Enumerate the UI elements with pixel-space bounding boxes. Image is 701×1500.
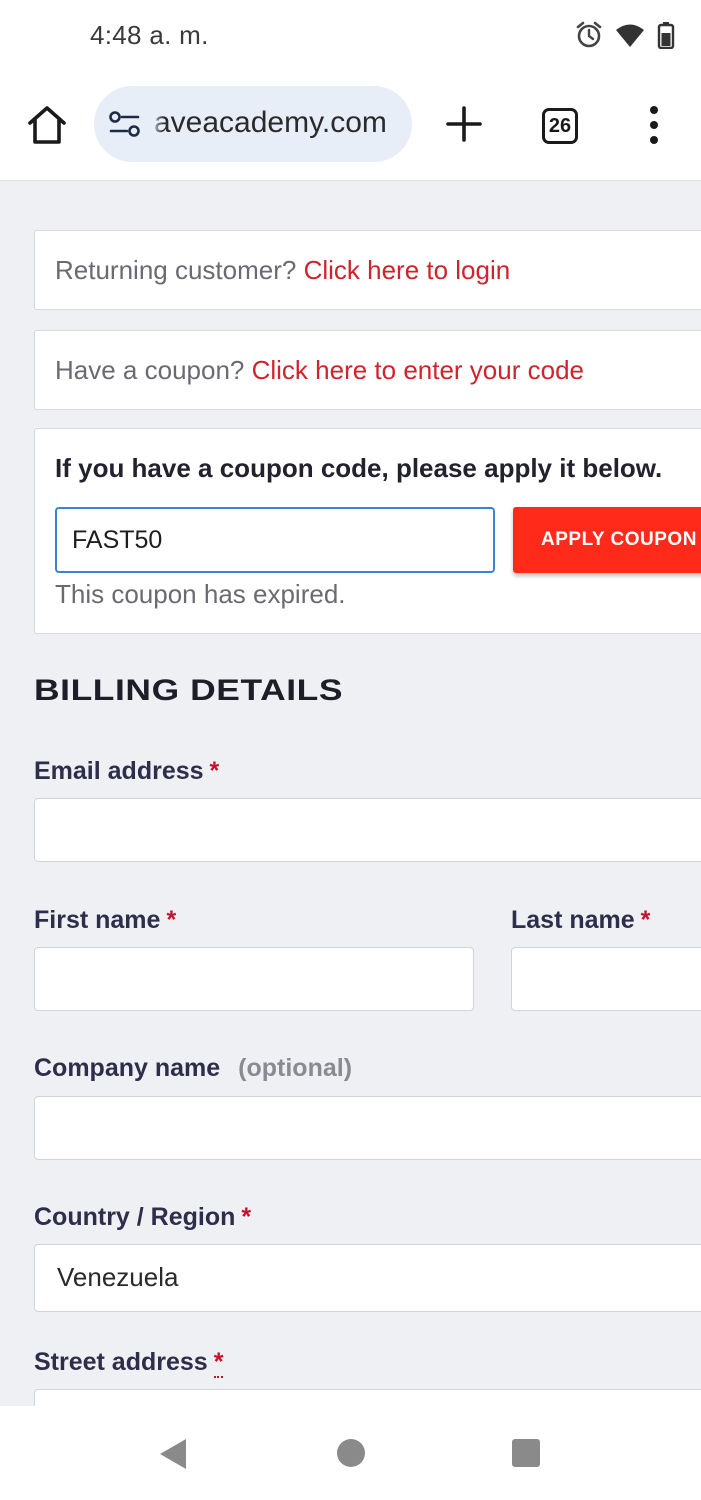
login-link[interactable]: Click here to login <box>304 255 511 285</box>
company-field[interactable] <box>34 1096 701 1160</box>
wifi-icon <box>615 22 645 48</box>
required-mark: * <box>166 906 177 934</box>
recents-square-icon[interactable] <box>512 1439 540 1467</box>
home-icon <box>28 106 66 144</box>
required-mark: * <box>209 757 220 785</box>
plus-icon <box>446 106 482 142</box>
coupon-form: If you have a coupon code, please apply … <box>34 428 701 634</box>
url-fade <box>150 86 164 162</box>
optional-tag: (optional) <box>238 1054 353 1082</box>
email-label: Email address * <box>34 757 220 785</box>
enter-code-link[interactable]: Click here to enter your code <box>252 355 584 385</box>
coupon-error-message: This coupon has expired. <box>55 579 346 609</box>
home-button[interactable] <box>24 102 70 148</box>
country-value: Venezuela <box>57 1262 179 1292</box>
first-name-field[interactable] <box>34 947 474 1011</box>
country-select[interactable]: Venezuela <box>34 1244 701 1312</box>
status-time: 4:48 a. m. <box>90 20 209 50</box>
returning-customer-text: Returning customer? <box>55 255 304 285</box>
back-icon[interactable] <box>158 1438 188 1475</box>
country-label: Country / Region * <box>34 1203 252 1231</box>
coupon-code-input[interactable]: FAST50 <box>55 507 495 573</box>
last-name-label: Last name * <box>511 906 651 934</box>
url-text: aveacademy.com <box>154 106 387 139</box>
battery-icon <box>657 21 675 49</box>
coupon-form-title: If you have a coupon code, please apply … <box>55 453 663 483</box>
required-mark: * <box>241 1203 252 1231</box>
apply-coupon-button[interactable]: APPLY COUPON <box>513 507 701 573</box>
required-mark: * <box>640 906 651 934</box>
last-name-field[interactable] <box>511 947 701 1011</box>
company-label: Company name (optional) <box>34 1054 353 1082</box>
email-field[interactable] <box>34 798 701 862</box>
more-vert-icon <box>650 106 658 144</box>
more-menu-button[interactable] <box>640 102 668 148</box>
billing-details-heading: BILLING DETAILS <box>34 674 344 707</box>
site-settings-icon[interactable] <box>108 108 142 140</box>
first-name-label: First name * <box>34 906 177 934</box>
system-nav-bar <box>0 1406 701 1500</box>
status-bar: 4:48 a. m. <box>0 0 701 72</box>
new-tab-button[interactable] <box>444 104 484 144</box>
tab-count: 26 <box>548 115 572 137</box>
address-bar[interactable]: aveacademy.com <box>94 86 412 162</box>
coupon-notice: Have a coupon? Click here to enter your … <box>34 330 701 410</box>
checkout-page: Returning customer? Click here to login … <box>0 181 701 1406</box>
browser-toolbar: aveacademy.com 26 <box>0 72 701 181</box>
required-mark: * <box>213 1348 224 1378</box>
street-field[interactable] <box>34 1389 701 1406</box>
tabs-button[interactable]: 26 <box>542 108 578 144</box>
home-circle-icon[interactable] <box>337 1439 365 1467</box>
status-icons <box>575 20 675 50</box>
coupon-prompt-text: Have a coupon? <box>55 355 252 385</box>
street-label: Street address * <box>34 1348 224 1378</box>
returning-customer-notice: Returning customer? Click here to login <box>34 230 701 310</box>
alarm-icon <box>575 20 603 50</box>
